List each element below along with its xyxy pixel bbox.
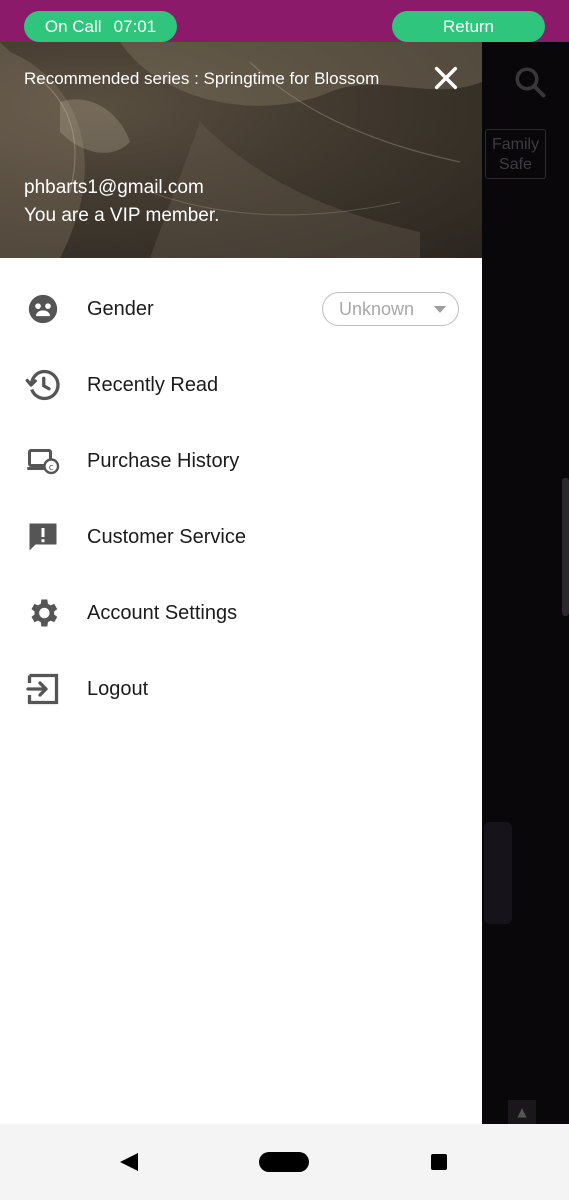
home-pill-icon[interactable] xyxy=(259,1152,309,1172)
purchase-history-icon: c xyxy=(25,443,61,479)
menu-item-gender[interactable]: Gender Unknown xyxy=(0,271,482,347)
menu-item-customer-service[interactable]: Customer Service xyxy=(0,499,482,575)
logout-icon xyxy=(25,671,61,707)
background-app: Family Safe ▲ xyxy=(482,42,569,1124)
on-call-pill[interactable]: On Call 07:01 xyxy=(24,11,177,42)
return-button[interactable]: Return xyxy=(392,11,545,42)
back-triangle-icon[interactable] xyxy=(118,1152,140,1172)
user-email: phbarts1@gmail.com xyxy=(24,177,204,198)
background-card xyxy=(484,822,512,924)
family-safe-toggle: Family Safe xyxy=(485,129,546,179)
close-icon[interactable] xyxy=(432,64,460,92)
call-timer: 07:01 xyxy=(113,16,157,36)
chevron-down-icon xyxy=(434,306,446,313)
menu-item-purchase-history[interactable]: c Purchase History xyxy=(0,423,482,499)
feedback-icon xyxy=(25,519,61,555)
navigation-drawer: Recommended series : Springtime for Blos… xyxy=(0,42,482,1124)
return-label: Return xyxy=(442,16,495,36)
drawer-header-banner[interactable]: Recommended series : Springtime for Blos… xyxy=(0,42,482,258)
gender-select[interactable]: Unknown xyxy=(322,292,459,326)
menu-item-logout[interactable]: Logout xyxy=(0,651,482,727)
family-safe-line2: Safe xyxy=(499,156,532,173)
on-call-label: On Call xyxy=(44,16,102,36)
family-safe-line1: Family xyxy=(491,136,540,153)
recommended-series-text[interactable]: Recommended series : Springtime for Blos… xyxy=(24,69,379,89)
history-icon xyxy=(25,367,61,403)
scroll-top-icon: ▲ xyxy=(508,1100,536,1124)
gear-icon xyxy=(25,595,61,631)
recents-square-icon[interactable] xyxy=(431,1154,447,1170)
menu-label-customer-service: Customer Service xyxy=(87,525,246,548)
call-status-bar: On Call 07:01 Return xyxy=(0,0,569,42)
menu-label-account-settings: Account Settings xyxy=(87,601,238,624)
gender-face-icon xyxy=(25,291,61,327)
menu-label-recently-read: Recently Read xyxy=(87,373,219,396)
background-scrollbar xyxy=(562,478,569,616)
menu-label-purchase-history: Purchase History xyxy=(87,449,240,472)
svg-text:c: c xyxy=(49,463,54,473)
search-icon xyxy=(515,67,546,98)
gender-select-value: Unknown xyxy=(339,298,415,319)
drawer-menu: Gender Unknown Recently Read c Purchase … xyxy=(0,271,482,727)
menu-item-recently-read[interactable]: Recently Read xyxy=(0,347,482,423)
menu-item-account-settings[interactable]: Account Settings xyxy=(0,575,482,651)
system-navigation-bar xyxy=(0,1124,569,1200)
menu-label-logout: Logout xyxy=(87,677,149,700)
menu-label-gender: Gender xyxy=(87,297,154,320)
membership-status: You are a VIP member. xyxy=(24,205,220,226)
